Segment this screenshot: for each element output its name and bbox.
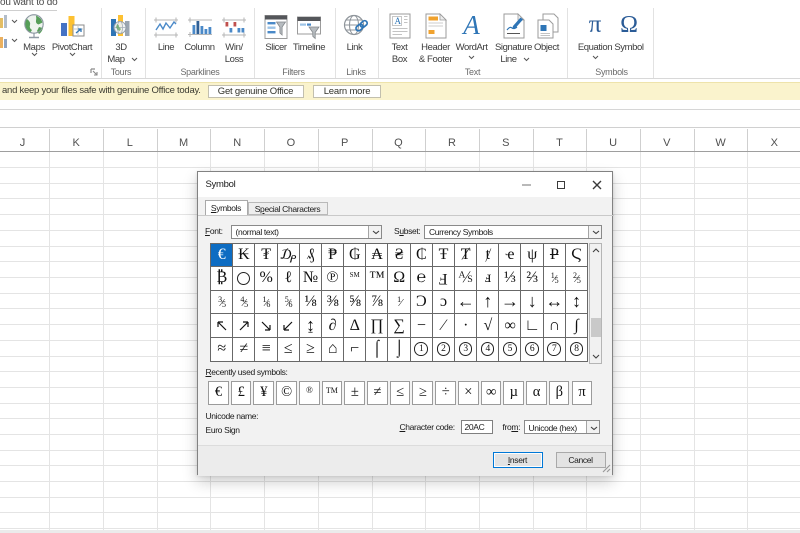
- svg-text:A: A: [394, 16, 401, 26]
